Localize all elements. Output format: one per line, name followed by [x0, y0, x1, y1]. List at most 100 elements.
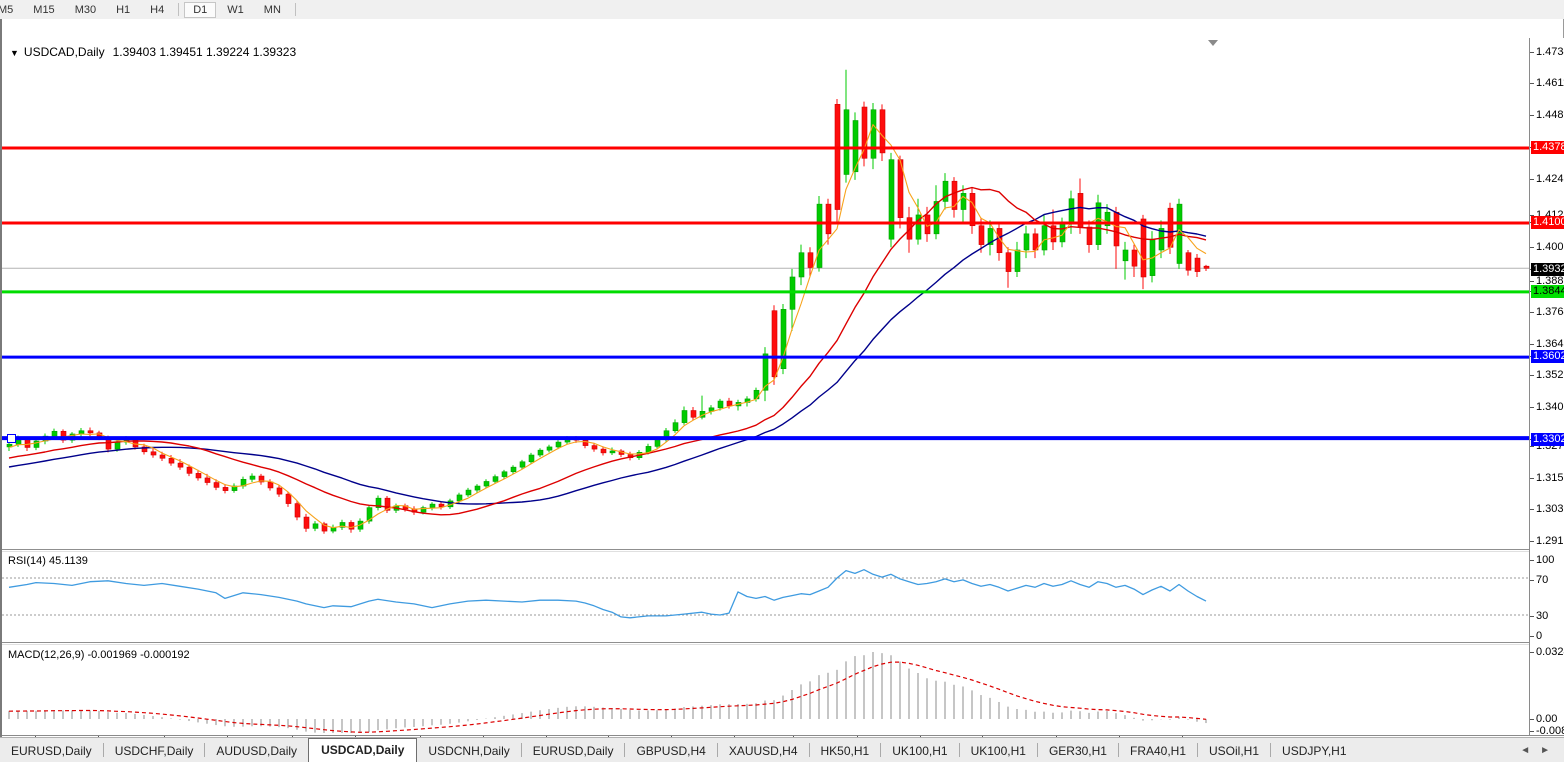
candle-bullish [250, 476, 255, 479]
axis-tick [1530, 281, 1534, 282]
candle-bullish [1042, 226, 1047, 250]
candle-bearish [583, 440, 588, 445]
candle-bullish [1015, 250, 1020, 272]
chart-tab-gbpusd-h4[interactable]: GBPUSD,H4 [625, 740, 716, 762]
candle-bearish [304, 517, 309, 528]
timeframe-button-mn[interactable]: MN [255, 2, 290, 18]
price-axis-label: 1.34005 [1536, 401, 1564, 413]
candle-bearish [808, 253, 813, 268]
candle-bearish [601, 449, 606, 453]
candle-bearish [592, 446, 597, 450]
candle-bullish [610, 451, 615, 453]
price-badge-blue: 1.36029 [1531, 350, 1564, 363]
pane-splitter-rsi[interactable] [2, 549, 1564, 550]
timeframe-button-d1[interactable]: D1 [184, 2, 216, 18]
candle-bearish [1204, 266, 1209, 268]
chart-tab-ger30-h1[interactable]: GER30,H1 [1038, 740, 1118, 762]
price-axis-label: 1.46115 [1536, 77, 1564, 89]
timeframe-button-w1[interactable]: W1 [218, 2, 253, 18]
candle-bearish [151, 452, 156, 455]
timeframe-button-m15[interactable]: M15 [24, 2, 63, 18]
chart-window: ▼ USDCAD,Daily 1.39403 1.39451 1.39224 1.3… [0, 19, 1564, 738]
hline-selection-handle[interactable] [7, 434, 16, 443]
candle-bullish [718, 401, 723, 408]
axis-tick [1530, 636, 1534, 637]
price-axis-label: 1.47340 [1536, 46, 1564, 58]
chart-tab-usoil-h1[interactable]: USOil,H1 [1198, 740, 1270, 762]
candle-bullish [511, 467, 516, 472]
candle-bearish [1168, 208, 1173, 247]
candle-bearish [88, 431, 93, 433]
price-axis[interactable]: 1.473401.461151.448901.424751.412851.400… [1530, 38, 1564, 756]
candle-bullish [493, 477, 498, 482]
chart-tab-xauusd-h4[interactable]: XAUUSD,H4 [718, 740, 809, 762]
chart-title: ▼ USDCAD,Daily 1.39403 1.39451 1.39224 1.3… [10, 45, 296, 59]
chart-tab-eurusd-daily[interactable]: EURUSD,Daily [522, 740, 625, 762]
pane-splitter-macd-light [2, 644, 1564, 645]
candle-bullish [655, 439, 660, 446]
chart-tab-fra40-h1[interactable]: FRA40,H1 [1119, 740, 1197, 762]
chevron-down-icon[interactable]: ▼ [10, 48, 19, 58]
candlestick-chart[interactable] [2, 19, 1564, 756]
toolbar-separator [178, 3, 179, 16]
price-axis-label: 1.31590 [1536, 472, 1564, 484]
candle-bearish [286, 494, 291, 503]
chart-tab-audusd-daily[interactable]: AUDUSD,Daily [205, 740, 308, 762]
candle-bearish [1006, 253, 1011, 272]
chart-tab-eurusd-daily[interactable]: EURUSD,Daily [0, 740, 103, 762]
candle-bullish [547, 447, 552, 450]
axis-tick [1530, 52, 1534, 53]
axis-tick [1530, 312, 1534, 313]
candle-bullish [1069, 199, 1074, 223]
candle-bearish [727, 401, 732, 406]
candle-bullish [538, 450, 543, 455]
timeframe-button-h4[interactable]: H4 [141, 2, 173, 18]
chart-tab-usdchf-daily[interactable]: USDCHF,Daily [104, 740, 205, 762]
indicator-axis-label: 0.032493 [1536, 646, 1564, 658]
pane-splitter-macd[interactable] [2, 642, 1564, 643]
candle-bearish [970, 193, 975, 225]
candle-bearish [439, 504, 444, 507]
symbol-period-label: USDCAD,Daily [24, 45, 105, 59]
candle-bullish [754, 390, 759, 399]
axis-tick [1530, 560, 1534, 561]
chart-shift-marker[interactable] [1208, 40, 1218, 46]
timeframe-button-h1[interactable]: H1 [107, 2, 139, 18]
candle-bullish [889, 160, 894, 240]
candle-bullish [673, 423, 678, 431]
chart-tab-uk100-h1[interactable]: UK100,H1 [960, 740, 1037, 762]
candle-bullish [529, 455, 534, 462]
candle-bullish [520, 462, 525, 467]
mt4-terminal: M5M15M30H1H4 D1W1MN ▼ USDCAD,Daily 1.39403 … [0, 0, 1564, 762]
candle-bearish [691, 411, 696, 418]
timeframe-button-m30[interactable]: M30 [66, 2, 105, 18]
price-badge-red: 1.41000 [1531, 216, 1564, 229]
price-axis-label: 1.40060 [1536, 241, 1564, 253]
candle-bullish [466, 490, 471, 495]
price-axis-label: 1.36420 [1536, 338, 1564, 350]
candle-bearish [349, 522, 354, 529]
timeframe-toolbar: M5M15M30H1H4 D1W1MN [0, 0, 1564, 20]
macd-indicator-label: MACD(12,26,9) -0.001969 -0.000192 [8, 649, 190, 661]
chart-tab-usdcad-daily[interactable]: USDCAD,Daily [308, 738, 417, 762]
chart-tab-hk50-h1[interactable]: HK50,H1 [810, 740, 881, 762]
tab-scroll-controls: ◄► [1520, 745, 1564, 762]
candle-bullish [799, 253, 804, 277]
candle-bearish [196, 473, 201, 478]
axis-tick [1530, 731, 1534, 732]
axis-tick [1530, 446, 1534, 447]
candle-bearish [268, 482, 273, 488]
candle-bullish [313, 524, 318, 529]
chart-tab-usdjpy-h1[interactable]: USDJPY,H1 [1271, 740, 1357, 762]
chart-tab-uk100-h1[interactable]: UK100,H1 [881, 740, 958, 762]
price-badge-blue: 1.33026 [1531, 433, 1564, 446]
candle-bearish [880, 110, 885, 153]
tab-scroll-right-icon[interactable]: ► [1540, 745, 1550, 756]
ohlc-quote: 1.39403 1.39451 1.39224 1.39323 [113, 45, 297, 59]
tab-scroll-left-icon[interactable]: ◄ [1520, 745, 1530, 756]
timeframe-button-m5[interactable]: M5 [0, 2, 22, 18]
price-axis-label: 1.30365 [1536, 503, 1564, 515]
candle-bullish [961, 193, 966, 209]
candle-bearish [835, 104, 840, 209]
chart-tab-usdcnh-daily[interactable]: USDCNH,Daily [417, 740, 520, 762]
